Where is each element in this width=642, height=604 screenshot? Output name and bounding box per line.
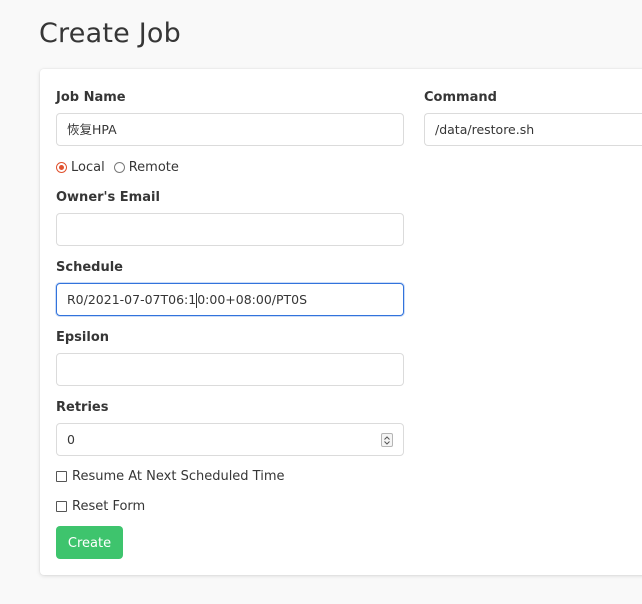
schedule-label: Schedule <box>56 260 123 275</box>
remote-radio-label: Remote <box>128 160 179 175</box>
command-input[interactable]: /data/restore.sh <box>424 113 642 146</box>
job-name-label: Job Name <box>56 90 126 105</box>
resume-at-next-checkbox-option[interactable]: Resume At Next Scheduled Time <box>56 469 285 484</box>
page-title: Create Job <box>39 18 181 49</box>
owner-email-input[interactable] <box>56 213 404 246</box>
local-radio[interactable] <box>56 162 67 173</box>
retries-value: 0 <box>67 432 75 447</box>
command-value: /data/restore.sh <box>435 122 535 137</box>
reset-form-checkbox[interactable] <box>56 501 67 512</box>
command-label: Command <box>424 90 497 105</box>
location-radio-group: Local Remote <box>56 160 179 175</box>
resume-at-next-label: Resume At Next Scheduled Time <box>72 469 285 484</box>
chevron-up-icon[interactable] <box>384 435 390 440</box>
remote-radio[interactable] <box>113 162 125 173</box>
epsilon-input[interactable] <box>56 353 404 386</box>
create-button[interactable]: Create <box>56 526 123 559</box>
chevron-down-icon[interactable] <box>384 440 390 445</box>
schedule-value-start: R0/2021-07-07T06:1 <box>67 292 197 307</box>
schedule-value-end: 0:00+08:00/PT0S <box>197 292 308 307</box>
reset-form-label: Reset Form <box>72 499 146 514</box>
job-name-value: 恢复HPA <box>67 122 117 137</box>
reset-form-checkbox-option[interactable]: Reset Form <box>56 499 145 514</box>
local-radio-option[interactable]: Local <box>56 160 105 175</box>
remote-radio-option[interactable]: Remote <box>113 160 179 175</box>
epsilon-label: Epsilon <box>56 330 110 345</box>
schedule-input[interactable]: R0/2021-07-07T06:10:00+08:00/PT0S <box>56 283 404 316</box>
retries-input[interactable]: 0 <box>56 423 404 456</box>
local-radio-label: Local <box>71 160 105 175</box>
resume-at-next-checkbox[interactable] <box>56 471 67 482</box>
retries-label: Retries <box>56 400 109 415</box>
owner-email-label: Owner's Email <box>56 190 160 205</box>
number-stepper-icon[interactable] <box>381 433 393 447</box>
job-name-input[interactable]: 恢复HPA <box>56 113 404 146</box>
